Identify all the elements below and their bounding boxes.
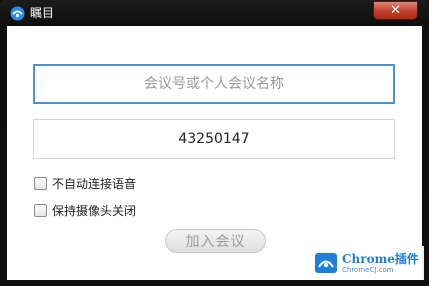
- no-auto-audio-option[interactable]: 不自动连接语音: [34, 175, 136, 191]
- keep-camera-off-label: 保持摄像头关闭: [52, 203, 137, 218]
- no-auto-audio-checkbox[interactable]: [34, 176, 47, 190]
- title-bar[interactable]: 瞩目 ✕: [0, 0, 429, 26]
- join-meeting-panel: 不自动连接语音 保持摄像头关闭 加入会议: [7, 26, 422, 280]
- watermark-text: Chrome插件: [342, 252, 419, 266]
- app-logo-icon: [10, 6, 25, 21]
- meeting-name-input[interactable]: [33, 64, 395, 104]
- join-meeting-button[interactable]: 加入会议: [165, 229, 266, 253]
- watermark-logo-icon: [314, 250, 338, 276]
- window-title: 瞩目: [30, 6, 55, 20]
- no-auto-audio-label: 不自动连接语音: [52, 176, 137, 191]
- meeting-number-input[interactable]: [33, 119, 395, 159]
- keep-camera-off-option[interactable]: 保持摄像头关闭: [34, 202, 136, 218]
- close-button[interactable]: ✕: [373, 1, 418, 20]
- watermark-subtext: ChromeCJ.com: [342, 266, 394, 274]
- watermark: Chrome插件 ChromeCJ.com: [306, 246, 424, 280]
- app-window: 瞩目 ✕ 不自动连接语音 保持摄像头关闭 加入会议 Chrome插件 Chrom…: [0, 0, 429, 286]
- keep-camera-off-checkbox[interactable]: [34, 203, 47, 217]
- close-icon: ✕: [390, 3, 401, 18]
